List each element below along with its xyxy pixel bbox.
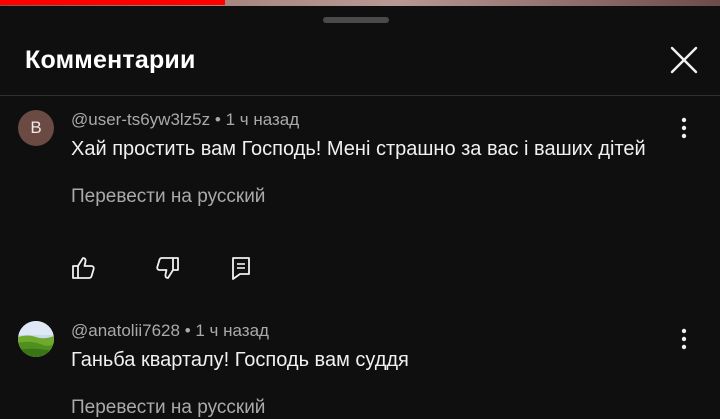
comment-time: 1 ч назад bbox=[195, 321, 269, 340]
like-icon[interactable] bbox=[70, 254, 98, 282]
meta-separator: • bbox=[214, 110, 226, 129]
comment-text: Ганьба кварталу! Господь вам суддя bbox=[71, 349, 409, 371]
video-progress-bar bbox=[0, 0, 225, 5]
page-title: Комментарии bbox=[25, 46, 196, 74]
meta-separator: • bbox=[184, 321, 196, 340]
comment-author[interactable]: @anatolii7628 bbox=[71, 321, 180, 340]
close-icon[interactable] bbox=[664, 40, 704, 80]
comment-author[interactable]: @user-ts6yw3lz5z bbox=[71, 110, 210, 129]
video-preview-strip bbox=[0, 0, 720, 6]
avatar[interactable]: В bbox=[18, 110, 54, 146]
landscape-avatar-image bbox=[18, 321, 54, 357]
comment-text: Хай простить вам Господь! Мені страшно з… bbox=[71, 138, 646, 160]
header-divider bbox=[0, 95, 720, 96]
more-options-icon[interactable] bbox=[672, 325, 696, 353]
more-options-icon[interactable] bbox=[672, 114, 696, 142]
translate-link[interactable]: Перевести на русский bbox=[71, 186, 265, 208]
comments-header: Комментарии bbox=[0, 30, 720, 94]
comment-time: 1 ч назад bbox=[225, 110, 300, 129]
drag-handle[interactable] bbox=[323, 17, 389, 23]
reply-icon[interactable] bbox=[227, 254, 255, 282]
dislike-icon[interactable] bbox=[153, 254, 181, 282]
comment-meta: @anatolii7628 • 1 ч назад bbox=[71, 321, 269, 341]
comment-meta: @user-ts6yw3lz5z • 1 ч назад bbox=[71, 110, 299, 130]
translate-link[interactable]: Перевести на русский bbox=[71, 397, 265, 419]
avatar[interactable] bbox=[18, 321, 54, 357]
